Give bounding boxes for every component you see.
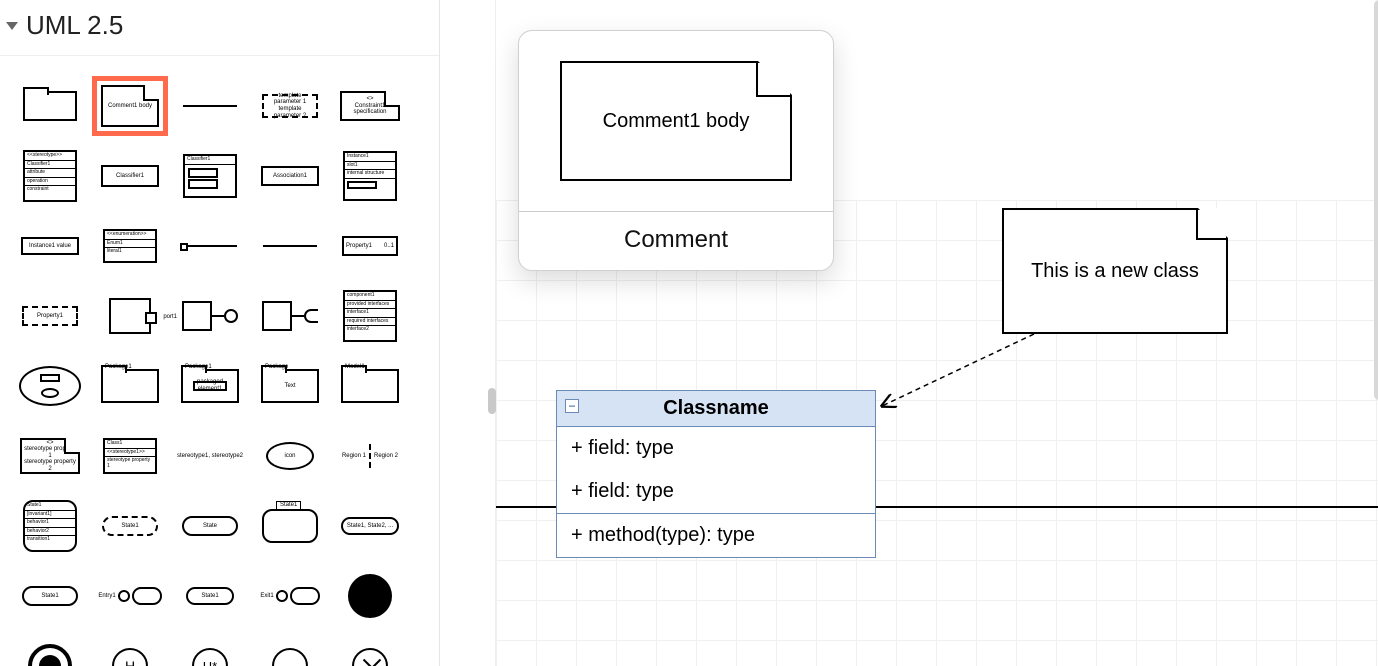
shape-initial-state[interactable] bbox=[332, 566, 408, 626]
shape-preview-caption: Comment bbox=[519, 211, 833, 270]
uml-class-element[interactable]: − Classname + field: type + field: type … bbox=[556, 390, 876, 558]
shape-preview-tooltip: Comment1 body Comment bbox=[518, 30, 834, 271]
shape-assoc-nav-line[interactable] bbox=[172, 216, 248, 276]
shape-template-params[interactable]: template parameter 1template parameter 2 bbox=[252, 76, 328, 136]
shape-stereotype-note[interactable]: <>stereotype property 1stereotype proper… bbox=[12, 426, 88, 486]
shape-state-list[interactable]: State1, State2, ... bbox=[332, 496, 408, 556]
shape-class-stereotype[interactable]: Class1<<stereotype1>>stereotype property… bbox=[92, 426, 168, 486]
shape-classifier-nested[interactable]: Classifier1 bbox=[172, 146, 248, 206]
shape-comment-note[interactable]: Comment1 body bbox=[92, 76, 168, 136]
shape-provided-required[interactable]: Property1 bbox=[12, 286, 88, 346]
note-fold-icon bbox=[756, 63, 790, 97]
uml-method-row[interactable]: + method(type): type bbox=[557, 514, 875, 557]
shape-association-rect[interactable]: Association1 bbox=[252, 146, 328, 206]
shape-palette: Comment1 body template parameter 1templat… bbox=[0, 56, 439, 666]
shape-package-text[interactable]: PackageText bbox=[252, 356, 328, 416]
shape-interface-ball[interactable] bbox=[172, 286, 248, 346]
sidebar-gutter bbox=[440, 0, 496, 666]
shape-classifier-detailed[interactable]: <<stereotype>>Classifier1attributeoperat… bbox=[12, 146, 88, 206]
shape-enumeration[interactable]: <<enumeration>>Enum1literal1 bbox=[92, 216, 168, 276]
shape-icon-ellipse[interactable]: icon bbox=[252, 426, 328, 486]
shape-instance-slots[interactable]: Instance1slot1internal structure bbox=[332, 146, 408, 206]
uml-class-methods[interactable]: + method(type): type bbox=[557, 514, 875, 557]
shape-package-folder[interactable] bbox=[12, 76, 88, 136]
shape-state-detailed[interactable]: State1[invariant1]behavior1behavior2tran… bbox=[12, 496, 88, 556]
shape-dependency-line[interactable] bbox=[172, 76, 248, 136]
shape-assoc-line[interactable] bbox=[252, 216, 328, 276]
comment-note-preview: Comment1 body bbox=[560, 61, 792, 181]
class-collapse-icon[interactable]: − bbox=[565, 399, 579, 413]
shape-classifier-simple[interactable]: Classifier1 bbox=[92, 146, 168, 206]
shape-interface-socket[interactable] bbox=[252, 286, 328, 346]
comment-note-text[interactable]: This is a new class bbox=[1031, 260, 1199, 283]
uml-class-header[interactable]: − Classname bbox=[557, 391, 875, 427]
preview-body-text: Comment1 body bbox=[603, 110, 750, 133]
shape-history-shallow[interactable]: H bbox=[92, 636, 168, 666]
shape-constraint-note[interactable]: <>Constraint1 specification bbox=[332, 76, 408, 136]
shape-stereotype-label[interactable]: stereotype1, stereotype2 bbox=[172, 426, 248, 486]
shape-property-mult[interactable]: Property10..1 bbox=[332, 216, 408, 276]
shape-instance-value[interactable]: Instance1 value bbox=[12, 216, 88, 276]
shape-port[interactable]: port1 bbox=[92, 286, 168, 346]
note-fold-icon bbox=[1196, 210, 1226, 240]
shape-final-state[interactable] bbox=[12, 636, 88, 666]
panel-header[interactable]: UML 2.5 bbox=[0, 0, 439, 56]
shape-component-ifaces[interactable]: component1provided interfacesinterface1r… bbox=[332, 286, 408, 346]
shape-empty-circle[interactable] bbox=[252, 636, 328, 666]
shape-exit-point[interactable]: Exit1 bbox=[252, 566, 328, 626]
canvas-comment-note[interactable]: This is a new class bbox=[1002, 208, 1228, 334]
shape-history-deep[interactable]: H* bbox=[172, 636, 248, 666]
shape-package-element[interactable]: Package1packaged element1 bbox=[172, 356, 248, 416]
shape-region-split[interactable]: Region 1Region 2 bbox=[332, 426, 408, 486]
shape-preview-graphic: Comment1 body bbox=[519, 31, 833, 211]
sidebar-collapse-handle[interactable] bbox=[488, 388, 496, 414]
shape-state-dashed[interactable]: State1 bbox=[92, 496, 168, 556]
shape-state-tab[interactable]: State1 bbox=[252, 496, 328, 556]
shape-state-pill[interactable]: State1 bbox=[172, 566, 248, 626]
shape-state-rounded[interactable]: State1 bbox=[12, 566, 88, 626]
shape-choice-x[interactable] bbox=[332, 636, 408, 666]
uml-field-row[interactable]: + field: type bbox=[557, 470, 875, 513]
collapse-triangle-icon[interactable] bbox=[6, 22, 18, 30]
app-root: UML 2.5 Comment1 body template parameter … bbox=[0, 0, 1378, 666]
uml-field-row[interactable]: + field: type bbox=[557, 427, 875, 470]
shape-model-pkg[interactable]: Model1 bbox=[332, 356, 408, 416]
shape-entry-point[interactable]: Entry1 bbox=[92, 566, 168, 626]
shape-state-simple[interactable]: State bbox=[172, 496, 248, 556]
uml-class-fields[interactable]: + field: type + field: type bbox=[557, 427, 875, 514]
panel-title: UML 2.5 bbox=[26, 10, 123, 41]
diagram-canvas[interactable]: Comment1 body Comment 1 This is a new cl… bbox=[496, 0, 1378, 666]
shape-sidebar: UML 2.5 Comment1 body template parameter … bbox=[0, 0, 440, 666]
vertical-scrollbar[interactable] bbox=[1374, 0, 1378, 400]
shape-usecase-model[interactable] bbox=[12, 356, 88, 416]
shape-package-pkg1[interactable]: Package1 bbox=[92, 356, 168, 416]
uml-class-name[interactable]: Classname bbox=[663, 397, 769, 419]
